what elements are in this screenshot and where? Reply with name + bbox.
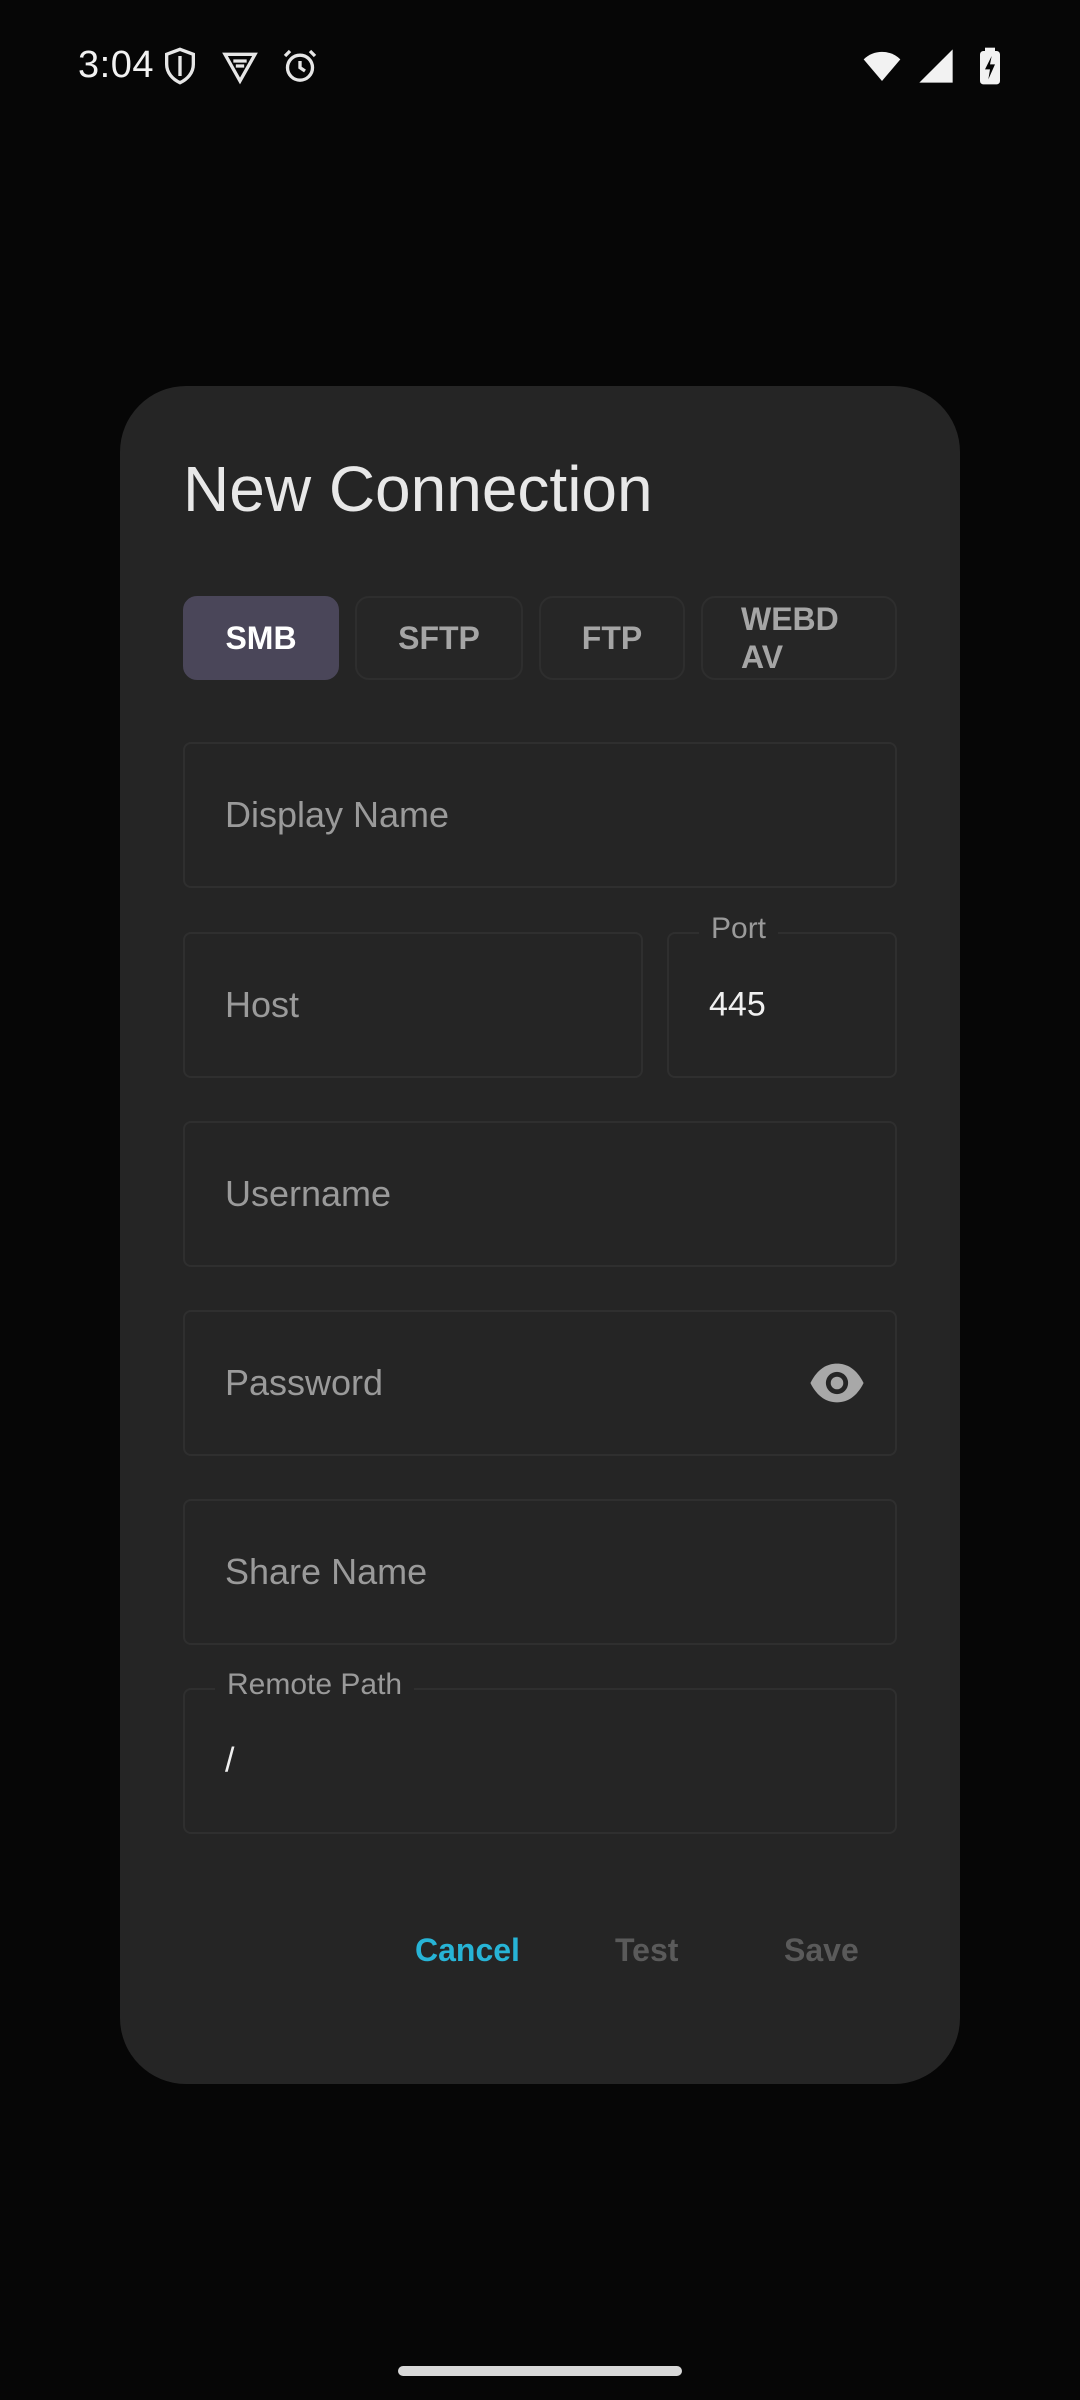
password-field[interactable]: Password bbox=[183, 1310, 897, 1456]
display-name-placeholder: Display Name bbox=[225, 794, 450, 835]
dialog-actions: Cancel Test Save bbox=[120, 1932, 960, 2002]
share-name-field[interactable]: Share Name bbox=[183, 1499, 897, 1645]
test-button[interactable]: Test bbox=[615, 1932, 678, 1969]
username-field[interactable]: Username bbox=[183, 1121, 897, 1267]
protocol-selector: SMB SFTP FTP WEBD AV bbox=[183, 596, 897, 680]
port-field[interactable]: Port 445 bbox=[667, 912, 897, 1078]
signal-icon bbox=[916, 46, 956, 91]
shield-icon bbox=[160, 46, 200, 91]
status-system-icons bbox=[862, 46, 1010, 91]
protocol-tab-smb[interactable]: SMB bbox=[183, 596, 339, 680]
protocol-tab-ftp[interactable]: FTP bbox=[539, 596, 685, 680]
remote-path-value: / bbox=[225, 1741, 235, 1780]
port-label: Port bbox=[699, 912, 779, 946]
remote-path-label: Remote Path bbox=[215, 1668, 415, 1702]
battery-charging-icon bbox=[970, 46, 1010, 91]
wifi-icon bbox=[862, 46, 902, 91]
save-button[interactable]: Save bbox=[784, 1932, 859, 1969]
cancel-button[interactable]: Cancel bbox=[415, 1932, 520, 1969]
dialog-title: New Connection bbox=[183, 453, 653, 525]
host-field[interactable]: Host bbox=[183, 932, 643, 1078]
status-bar: 3:04 bbox=[0, 0, 1080, 136]
show-password-icon[interactable] bbox=[807, 1353, 867, 1413]
host-placeholder: Host bbox=[225, 984, 300, 1025]
share-name-placeholder: Share Name bbox=[225, 1551, 428, 1592]
vpn-icon bbox=[220, 46, 260, 91]
protocol-tab-sftp[interactable]: SFTP bbox=[355, 596, 523, 680]
port-value: 445 bbox=[709, 985, 766, 1024]
alarm-icon bbox=[280, 46, 320, 91]
username-placeholder: Username bbox=[225, 1173, 392, 1214]
home-indicator[interactable] bbox=[398, 2366, 682, 2376]
remote-path-field[interactable]: Remote Path / bbox=[183, 1668, 897, 1834]
protocol-tab-webdav[interactable]: WEBD AV bbox=[701, 596, 897, 680]
status-time: 3:04 bbox=[78, 44, 154, 86]
status-notification-icons bbox=[160, 46, 320, 91]
new-connection-dialog: New Connection SMB SFTP FTP WEBD AV Disp… bbox=[120, 386, 960, 2084]
password-placeholder: Password bbox=[225, 1362, 384, 1403]
display-name-field[interactable]: Display Name bbox=[183, 742, 897, 888]
